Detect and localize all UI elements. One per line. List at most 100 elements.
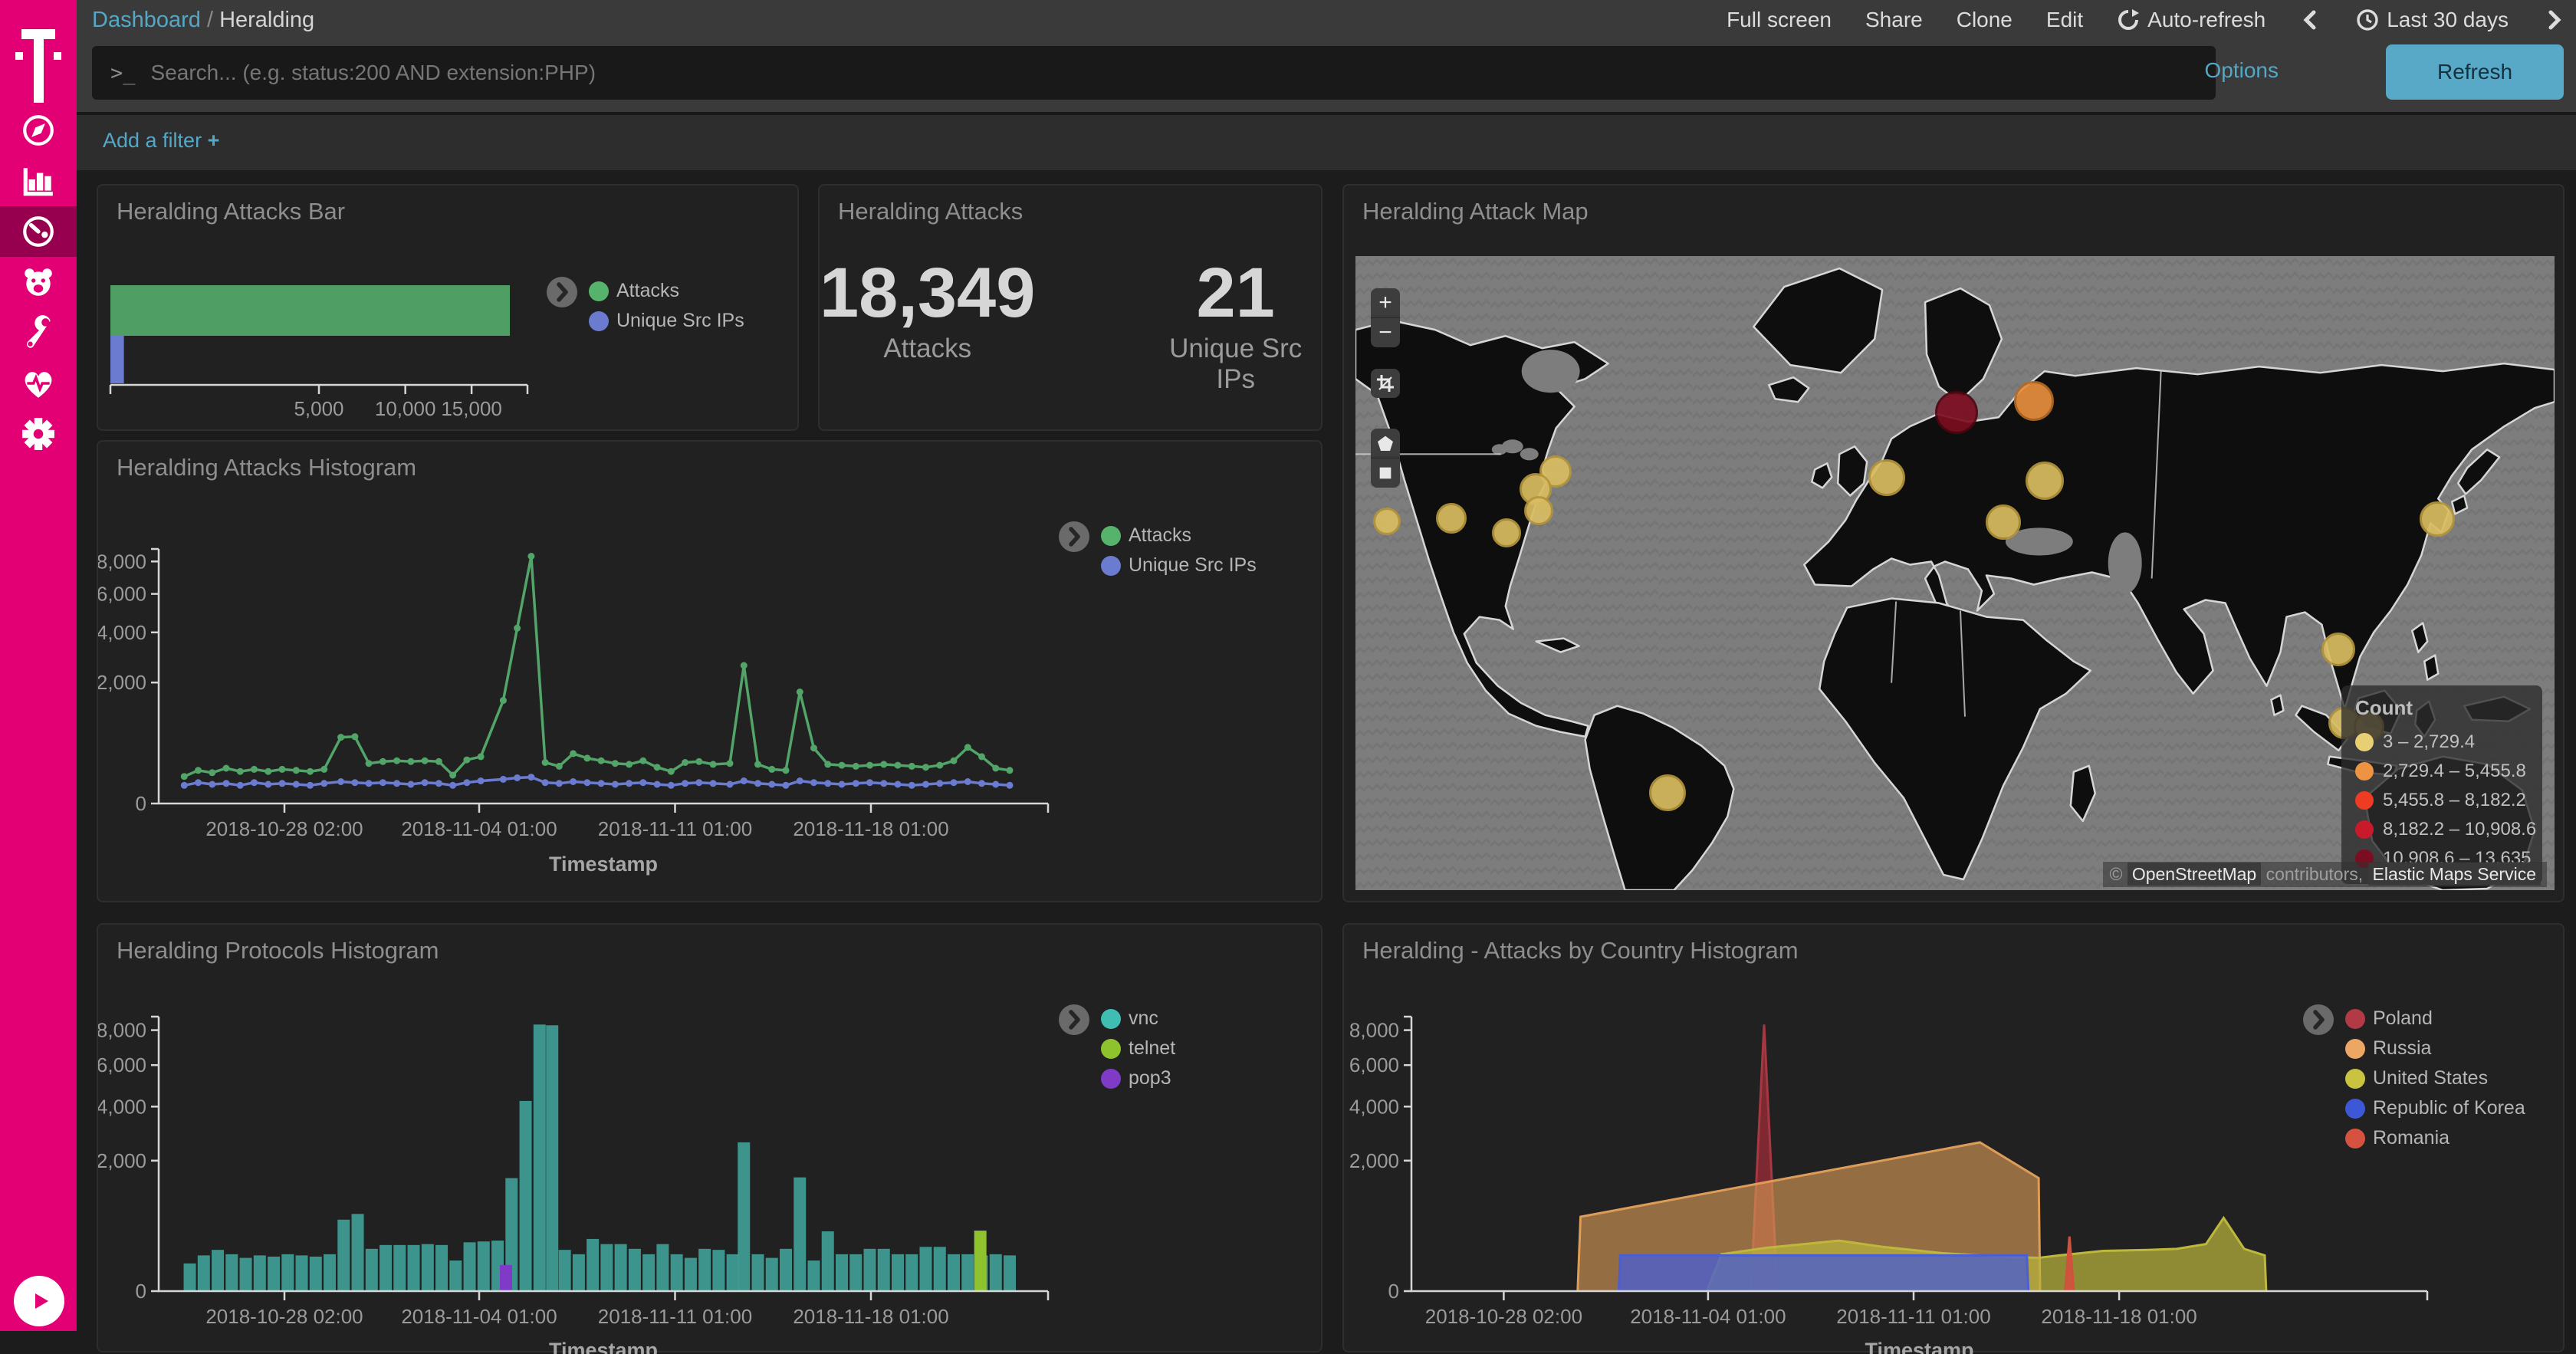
add-filter-link[interactable]: Add a filter + [103,129,219,153]
auto-refresh-button[interactable]: Auto-refresh [2117,8,2266,32]
map-legend-range: 2,729.4 – 5,455.8 [2383,761,2526,782]
legend-item[interactable]: Unique Src IPs [1101,550,1257,580]
gauge-icon [21,214,56,249]
legend-item[interactable]: Attacks [589,276,744,306]
t-mobile-logo [0,28,77,107]
svg-text:2018-11-18 01:00: 2018-11-18 01:00 [2041,1305,2196,1328]
legend-label: United States [2373,1067,2488,1089]
map-attack-circle[interactable] [1986,504,2021,540]
legend-swatch [1101,1069,1121,1089]
map-attack-circle[interactable] [1524,496,1553,525]
osm-link[interactable]: OpenStreetMap [2128,863,2261,886]
legend-item[interactable]: vnc [1101,1004,1175,1034]
map-legend-item: 2,729.4 – 5,455.8 [2355,757,2528,786]
legend-item[interactable]: pop3 [1101,1063,1175,1093]
legend-label: Poland [2373,1007,2433,1030]
protocols-histogram-chart[interactable]: 02,0004,0006,0008,0002018-10-28 02:00201… [98,925,1324,1354]
map-draw-rectangle-button[interactable] [1371,458,1400,488]
legend-expand-icon[interactable] [546,276,578,308]
filter-bar: Add a filter + [77,115,2576,170]
svg-text:8,000: 8,000 [98,1019,146,1042]
legend-swatch [589,281,609,301]
edit-button[interactable]: Edit [2046,8,2083,32]
metric-unique-src-ips: 21 Unique Src IPs [1150,255,1321,395]
plus-icon: + [208,129,220,152]
metric-value: 21 [1150,255,1321,332]
map-attack-circle[interactable] [1492,518,1521,547]
time-picker-button[interactable]: Last 30 days [2356,8,2509,32]
refresh-button[interactable]: Refresh [2386,44,2564,100]
legend-swatch [1101,1009,1121,1029]
map-attack-circle[interactable] [1935,391,1978,434]
legend-label: Unique Src IPs [616,310,744,332]
legend-item[interactable]: Russia [2345,1034,2525,1063]
map-attack-circle[interactable] [2420,501,2455,537]
attacks-histogram-chart[interactable]: 02,0004,0006,0008,0002018-10-28 02:00201… [98,442,1324,904]
map-attack-circle[interactable] [2026,462,2064,500]
svg-text:8,000: 8,000 [1349,1019,1399,1042]
panel-title: Heralding Attacks [838,198,1023,225]
options-link[interactable]: Options [2205,58,2279,83]
legend-label: Attacks [616,280,679,302]
sidebar-item-dashboard[interactable] [0,206,77,257]
sidebar-item-monitoring[interactable] [0,358,77,409]
map-fit-bounds-button[interactable] [1371,369,1400,398]
legend-swatch [2345,1099,2365,1119]
map-attack-circle[interactable] [1649,774,1686,811]
share-button[interactable]: Share [1865,8,1923,32]
map-attack-circle[interactable] [1868,459,1905,496]
map-zoom-out-button[interactable]: − [1371,317,1400,347]
map-legend-item: 8,182.2 – 10,908.6 [2355,815,2528,844]
legend-item[interactable]: Attacks [1101,521,1257,550]
legend-label: telnet [1129,1037,1175,1060]
legend-label: vnc [1129,1007,1158,1030]
legend-expand-icon[interactable] [1058,521,1090,553]
map-zoom-in-button[interactable]: + [1371,288,1400,317]
map-legend-swatch [2355,733,2374,751]
chart-legend: vnc telnet pop3 [1058,1004,1175,1093]
full-screen-button[interactable]: Full screen [1727,8,1832,32]
time-back-button[interactable] [2299,8,2322,31]
sidebar-item-management[interactable] [0,409,77,459]
clone-button[interactable]: Clone [1957,8,2013,32]
map-attack-circle[interactable] [1436,503,1467,534]
clock-icon [2356,8,2379,31]
sidebar-item-visualize[interactable] [0,156,77,206]
legend-label: Republic of Korea [2373,1097,2525,1119]
svg-text:2,000: 2,000 [1349,1149,1399,1172]
legend-item[interactable]: Poland [2345,1004,2525,1034]
gear-icon [21,416,56,452]
legend-item[interactable]: Republic of Korea [2345,1093,2525,1123]
search-input[interactable] [150,60,2216,86]
map-controls: + − [1371,288,1400,509]
legend-item[interactable]: telnet [1101,1034,1175,1063]
legend-item[interactable]: Unique Src IPs [589,306,744,336]
sidebar-item-tpot[interactable] [0,257,77,307]
breadcrumb-separator: / [207,8,213,32]
map-attack-circle[interactable] [2321,633,2355,666]
panel-heralding-protocols-histogram: Heralding Protocols Histogram 02,0004,00… [97,923,1322,1352]
legend-label: Russia [2373,1037,2431,1060]
svg-text:2018-11-18 01:00: 2018-11-18 01:00 [793,1305,948,1328]
svg-text:0: 0 [136,792,146,815]
search-box: >_ [92,46,2216,100]
legend-item[interactable]: United States [2345,1063,2525,1093]
panel-title: Heralding Attack Map [1362,198,1589,225]
ems-link[interactable]: Elastic Maps Service [2368,863,2541,886]
sidebar-item-dev-tools[interactable] [0,307,77,358]
legend-expand-icon[interactable] [1058,1004,1090,1036]
map-attack-circle[interactable] [2014,381,2054,421]
map-attack-circle[interactable] [1373,508,1401,535]
map-draw-polygon-button[interactable] [1371,429,1400,458]
svg-text:2,000: 2,000 [98,671,146,694]
svg-text:8,000: 8,000 [98,550,146,573]
legend-swatch [1101,1039,1121,1059]
legend-item[interactable]: Romania [2345,1123,2525,1153]
breadcrumb-dashboard-link[interactable]: Dashboard [92,8,201,32]
sidebar-item-discover[interactable] [0,105,77,156]
legend-expand-icon[interactable] [2302,1004,2334,1036]
sidebar-expand-button[interactable] [14,1276,64,1326]
time-forward-button[interactable] [2542,8,2565,31]
svg-text:Timestamp: Timestamp [549,1339,658,1354]
world-map[interactable]: + − [1355,256,2555,890]
